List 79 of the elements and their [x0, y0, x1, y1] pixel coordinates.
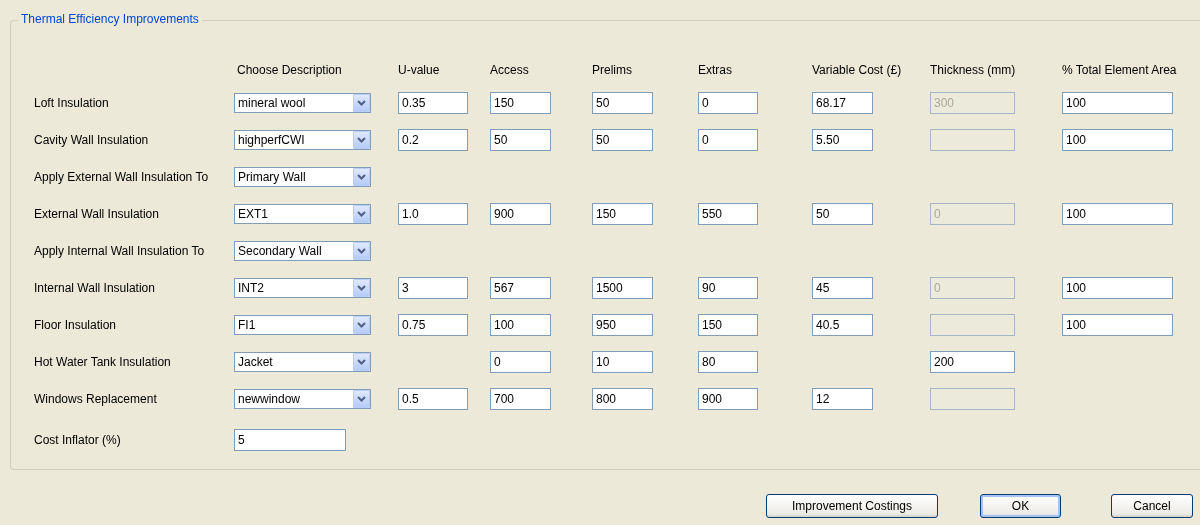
field-label: Cost Inflator (%)	[34, 432, 122, 447]
text-field[interactable]: 0.5	[398, 387, 468, 410]
text-field[interactable]: 50	[592, 91, 653, 114]
text-field[interactable]: 80	[698, 350, 758, 373]
field-label: Windows Replacement	[34, 391, 158, 406]
field-label: Internal Wall Insulation	[34, 280, 156, 295]
text-field[interactable]: 5.50	[812, 128, 873, 151]
text-field[interactable]: 10	[592, 350, 653, 373]
text-field[interactable]: 700	[490, 387, 551, 410]
field-label: Cavity Wall Insulation	[34, 132, 150, 147]
text-field[interactable]: 900	[698, 387, 758, 410]
field-label: External Wall Insulation	[34, 206, 160, 221]
column-header: Prelims	[592, 63, 633, 77]
chevron-down-icon	[357, 173, 366, 180]
text-field[interactable]: 950	[592, 313, 653, 336]
chevron-down-icon	[357, 284, 366, 291]
text-field[interactable]: 40.5	[812, 313, 873, 336]
text-field[interactable]: 0.35	[398, 91, 468, 114]
dropdown[interactable]: INT2	[234, 277, 371, 298]
text-field[interactable]: 567	[490, 276, 551, 299]
dropdown[interactable]: Jacket	[234, 351, 371, 372]
chevron-down-icon	[357, 247, 366, 254]
button[interactable]: OK	[980, 494, 1061, 518]
text-field[interactable]: 50	[490, 128, 551, 151]
chevron-down-icon	[357, 99, 366, 106]
field-label: Apply External Wall Insulation To	[34, 169, 210, 184]
text-field[interactable]: 100	[1062, 128, 1173, 151]
text-field[interactable]: 3	[398, 276, 468, 299]
text-field[interactable]: 550	[698, 202, 758, 225]
text-field[interactable]: 0	[698, 91, 758, 114]
text-field[interactable]: 0	[490, 350, 551, 373]
text-field[interactable]: 100	[490, 313, 551, 336]
text-field[interactable]: 100	[1062, 91, 1173, 114]
text-field[interactable]: 68.17	[812, 91, 873, 114]
text-field[interactable]: 150	[592, 202, 653, 225]
text-field[interactable]: 12	[812, 387, 873, 410]
column-header: Extras	[698, 63, 733, 77]
text-field[interactable]: 1.0	[398, 202, 468, 225]
chevron-down-icon	[357, 358, 366, 365]
dropdown[interactable]: mineral wool	[234, 92, 371, 113]
text-field[interactable]: 50	[812, 202, 873, 225]
text-field[interactable]: 900	[490, 202, 551, 225]
text-field[interactable]: 100	[1062, 276, 1173, 299]
dropdown[interactable]: highperfCWI	[234, 129, 371, 150]
text-field[interactable]: 100	[1062, 313, 1173, 336]
column-header: Variable Cost (£)	[812, 63, 903, 77]
text-field[interactable]: 5	[234, 428, 346, 451]
button[interactable]: Improvement Costings	[766, 494, 938, 518]
chevron-down-icon	[357, 395, 366, 402]
text-field[interactable]: 800	[592, 387, 653, 410]
field-label: Loft Insulation	[34, 95, 110, 110]
column-header: Thickness (mm)	[930, 63, 1017, 77]
field-label: Hot Water Tank Insulation	[34, 354, 172, 369]
text-field[interactable]: 50	[592, 128, 653, 151]
column-header: Choose Description	[236, 63, 343, 77]
chevron-down-icon	[357, 210, 366, 217]
text-field[interactable]: 0.75	[398, 313, 468, 336]
group-title: Thermal Efficiency Improvements	[18, 12, 202, 26]
dropdown[interactable]: EXT1	[234, 203, 371, 224]
text-field[interactable]: 0.2	[398, 128, 468, 151]
dropdown[interactable]: Primary Wall	[234, 166, 371, 187]
field-label: Floor Insulation	[34, 317, 118, 332]
column-header: U-value	[398, 63, 441, 77]
text-field[interactable]: 0	[698, 128, 758, 151]
dropdown[interactable]: newwindow	[234, 388, 371, 409]
button[interactable]: Cancel	[1111, 494, 1193, 518]
dropdown[interactable]: FI1	[234, 314, 371, 335]
text-field[interactable]: 150	[490, 91, 551, 114]
text-field[interactable]: 90	[698, 276, 758, 299]
field-label: Apply Internal Wall Insulation To	[34, 243, 206, 258]
column-header: Access	[490, 63, 530, 77]
text-field[interactable]: 150	[698, 313, 758, 336]
chevron-down-icon	[357, 136, 366, 143]
chevron-down-icon	[357, 321, 366, 328]
text-field[interactable]: 100	[1062, 202, 1173, 225]
text-field[interactable]: 200	[930, 350, 1015, 373]
dropdown[interactable]: Secondary Wall	[234, 240, 371, 261]
text-field[interactable]: 45	[812, 276, 873, 299]
text-field[interactable]: 1500	[592, 276, 653, 299]
